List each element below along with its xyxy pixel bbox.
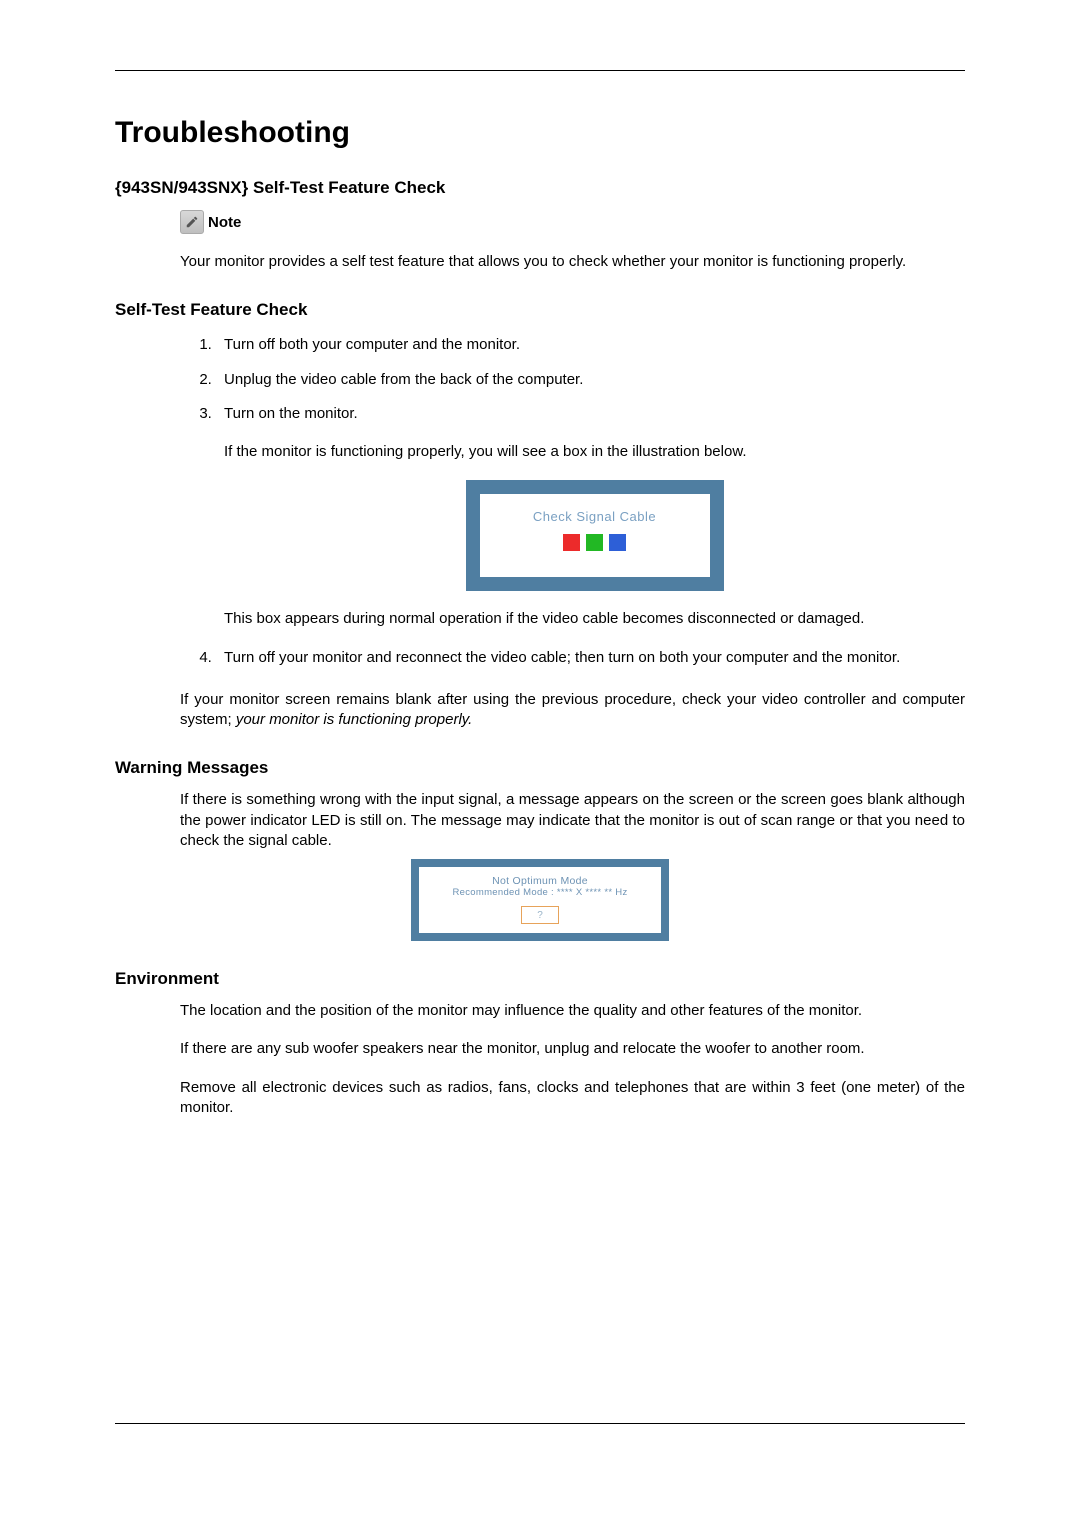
step-2: Unplug the video cable from the back of … <box>216 370 965 390</box>
environment-p2: If there are any sub woofer speakers nea… <box>180 1039 965 1059</box>
warning-heading: Warning Messages <box>115 758 965 778</box>
step-1: Turn off both your computer and the moni… <box>216 335 965 355</box>
not-optimum-line1: Not Optimum Mode <box>492 875 588 887</box>
illustration-2-wrap: Not Optimum Mode Recommended Mode : ****… <box>115 859 965 941</box>
environment-heading: Environment <box>115 969 965 989</box>
steps-list: Turn off both your computer and the moni… <box>180 335 965 668</box>
self-test-conclusion: If your monitor screen remains blank aft… <box>180 690 965 731</box>
red-square-icon <box>563 534 580 551</box>
note-body: Your monitor provides a self test featur… <box>180 252 965 272</box>
step-3-after-2: This box appears during normal operation… <box>224 609 965 629</box>
blue-square-icon <box>609 534 626 551</box>
environment-p1: The location and the position of the mon… <box>180 1001 965 1021</box>
illustration-2-inner: Not Optimum Mode Recommended Mode : ****… <box>419 867 661 933</box>
step-3-after: If the monitor is functioning properly, … <box>224 442 965 462</box>
step-3-text: Turn on the monitor. <box>224 405 358 422</box>
bottom-rule <box>115 1423 965 1424</box>
step-3: Turn on the monitor. If the monitor is f… <box>216 404 965 630</box>
page-container: Troubleshooting {943SN/943SNX} Self-Test… <box>0 0 1080 1527</box>
page-title: Troubleshooting <box>115 116 965 150</box>
environment-p3: Remove all electronic devices such as ra… <box>180 1078 965 1119</box>
conclusion-text-b: your monitor is functioning properly. <box>236 711 473 728</box>
section-self-test-heading: {943SN/943SNX} Self-Test Feature Check <box>115 178 965 198</box>
illustration-1-inner: Check Signal Cable <box>480 494 710 577</box>
rgb-squares <box>563 534 626 551</box>
check-signal-text: Check Signal Cable <box>533 508 656 526</box>
green-square-icon <box>586 534 603 551</box>
question-button-icon: ? <box>521 906 559 924</box>
not-optimum-line2: Recommended Mode : **** X **** ** Hz <box>452 887 627 898</box>
step-4: Turn off your monitor and reconnect the … <box>216 648 965 668</box>
section-check-heading: Self-Test Feature Check <box>115 300 965 320</box>
illustration-check-signal: Check Signal Cable <box>466 480 724 591</box>
warning-body: If there is something wrong with the inp… <box>180 790 965 851</box>
illustration-1-wrap: Check Signal Cable <box>224 480 965 591</box>
illustration-not-optimum: Not Optimum Mode Recommended Mode : ****… <box>411 859 669 941</box>
note-label: Note <box>208 214 241 231</box>
top-rule <box>115 70 965 71</box>
pencil-note-icon <box>180 210 204 234</box>
note-row: Note <box>180 210 965 234</box>
